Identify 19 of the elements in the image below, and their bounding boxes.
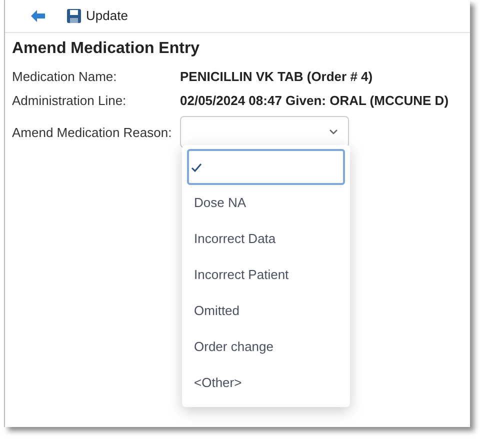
dropdown-option[interactable]: Incorrect Data xyxy=(187,221,345,257)
save-icon xyxy=(67,9,81,23)
back-arrow-icon xyxy=(31,10,45,22)
dropdown-option[interactable]: Incorrect Patient xyxy=(187,257,345,293)
dropdown-option[interactable]: Omitted xyxy=(187,293,345,329)
field-value: 02/05/2024 08:47 Given: ORAL (MCCUNE D) xyxy=(180,92,449,110)
checkmark-icon xyxy=(191,162,202,172)
dropdown-option[interactable]: Dose NA xyxy=(187,185,345,221)
dropdown-option[interactable]: Order change xyxy=(187,329,345,365)
field-label: Amend Medication Reason: xyxy=(12,124,173,142)
field-label: Medication Name: xyxy=(12,68,118,86)
chevron-icon xyxy=(329,129,338,136)
update-button[interactable]: Update xyxy=(61,3,134,29)
dropdown-option[interactable] xyxy=(187,149,345,185)
dropdown-option[interactable]: <Other> xyxy=(187,365,345,401)
page-title: Amend Medication Entry xyxy=(12,39,201,59)
field-label: Administration Line: xyxy=(12,92,128,110)
field-value: PENICILLIN VK TAB (Order # 4) xyxy=(180,68,373,86)
reason-dropdown[interactable] xyxy=(180,116,349,148)
